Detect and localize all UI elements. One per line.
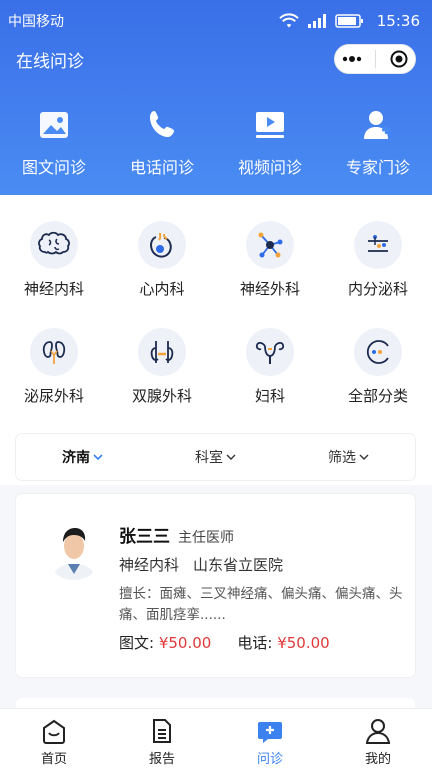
dept-urology[interactable]: 泌尿外科	[0, 302, 108, 409]
profile-icon	[365, 719, 391, 744]
brain-icon	[38, 231, 70, 255]
signal-icon	[307, 14, 326, 28]
dept-endocrinology[interactable]: 内分泌科	[324, 195, 432, 302]
more-dots-icon[interactable]	[341, 55, 363, 63]
doctor-title: 主任医师	[178, 530, 234, 546]
thyroid-icon	[150, 341, 174, 363]
dept-cardiology[interactable]: 心内科	[108, 195, 216, 302]
dept-neurosurgery[interactable]: 神经外科	[216, 195, 324, 302]
image-icon	[40, 112, 68, 138]
battery-icon	[335, 14, 363, 28]
phone-icon	[150, 111, 174, 137]
kidney-icon	[42, 341, 66, 364]
doctor-hospital: 山东省立医院	[193, 556, 284, 574]
dept-gland-surgery[interactable]: 双腺外科	[108, 302, 216, 409]
page-title: 在线问诊	[16, 51, 84, 72]
status-bar: 中国移动 15:36	[0, 0, 432, 42]
department-filter[interactable]: 科室	[195, 447, 236, 467]
header: 中国移动 15:36 在线问诊 图文问诊 电话问诊 视频问诊 专家门诊	[0, 0, 432, 195]
doctor-specialty: 擅长：面瘫、三叉神经痛、偏头痛、偏头痛、头痛、面肌痉挛......	[119, 586, 403, 623]
phone-price-label: 电话:	[237, 634, 273, 652]
tab-bar: 首页 报告 问诊 我的	[0, 708, 432, 768]
endocrine-icon	[368, 235, 388, 252]
dept-all-categories[interactable]: 全部分类	[324, 302, 432, 409]
doctor-icon	[364, 111, 390, 139]
wifi-icon	[279, 13, 299, 28]
consult-icon	[258, 722, 282, 743]
doctor-photo	[44, 520, 104, 580]
report-icon	[153, 719, 171, 743]
doctor-card[interactable]: 张三三 主任医师 神经内科 山东省立医院 擅长：面瘫、三叉神经痛、偏头痛、偏头痛…	[16, 494, 415, 677]
consult-expert[interactable]: 专家门诊	[324, 108, 432, 178]
city-filter[interactable]: 济南	[62, 447, 103, 467]
text-price: ¥50.00	[158, 634, 212, 652]
chevron-down-icon	[359, 454, 369, 460]
tab-consult[interactable]: 问诊	[216, 709, 324, 768]
home-icon	[43, 719, 65, 744]
mini-program-capsule	[334, 44, 416, 74]
consult-phone[interactable]: 电话问诊	[108, 108, 216, 178]
dept-neurology[interactable]: 神经内科	[0, 195, 108, 302]
text-price-label: 图文:	[119, 634, 155, 652]
neuron-icon	[258, 232, 283, 258]
uterus-icon	[255, 341, 285, 364]
time-label: 15:36	[376, 12, 420, 30]
dept-gynecology[interactable]: 妇科	[216, 302, 324, 409]
phone-price: ¥50.00	[277, 634, 330, 652]
chevron-down-icon	[226, 454, 236, 460]
consult-video[interactable]: 视频问诊	[216, 108, 324, 178]
chevron-down-icon	[93, 454, 103, 461]
more-icon	[366, 340, 389, 364]
video-icon	[256, 112, 284, 138]
consult-image-text[interactable]: 图文问诊	[0, 108, 108, 178]
more-filter[interactable]: 筛选	[328, 447, 369, 467]
avatar	[44, 520, 104, 580]
tab-profile[interactable]: 我的	[324, 709, 432, 768]
doctor-name: 张三三	[119, 527, 170, 547]
doctor-department: 神经内科	[119, 556, 180, 574]
tab-home[interactable]: 首页	[0, 709, 108, 768]
tab-report[interactable]: 报告	[108, 709, 216, 768]
filter-bar: 济南 科室 筛选	[16, 434, 415, 480]
carrier-label: 中国移动	[8, 14, 64, 30]
close-target-icon[interactable]	[389, 49, 409, 69]
heart-icon	[150, 232, 172, 258]
